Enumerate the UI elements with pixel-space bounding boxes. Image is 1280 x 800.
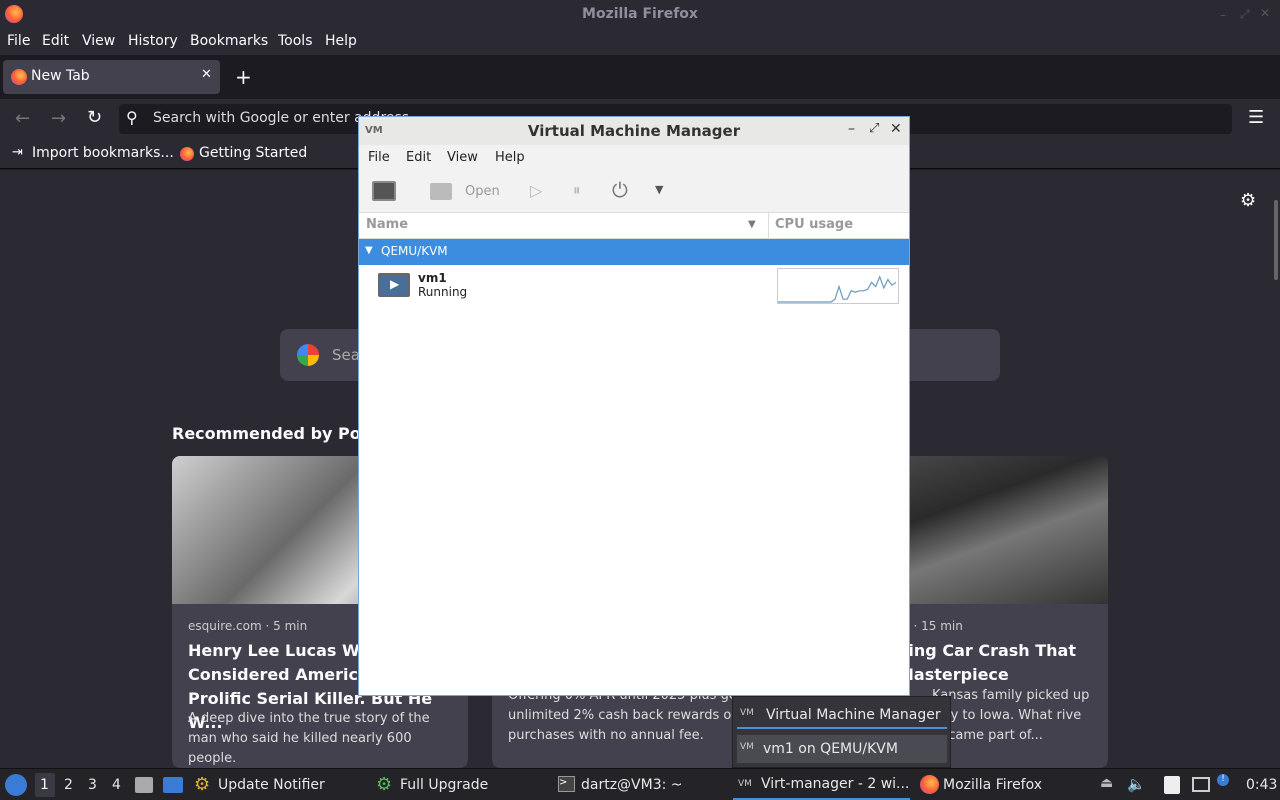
volume-icon[interactable]: 🔈: [1127, 775, 1146, 793]
vmm-taskbar-icon: VM: [738, 779, 752, 789]
window-title-bar: Mozilla Firefox – ⤢ ✕: [0, 0, 1280, 29]
taskbar-virt-manager: Virt-manager - 2 wi...: [761, 776, 910, 792]
column-cpu-usage[interactable]: CPU usage: [775, 217, 853, 232]
menu-edit[interactable]: Edit: [42, 33, 69, 49]
workspace-4[interactable]: 4: [112, 777, 121, 793]
taskbar-full-upgrade[interactable]: Full Upgrade: [400, 777, 488, 793]
notification-icon[interactable]: !: [1217, 774, 1229, 786]
file-manager-icon[interactable]: [135, 777, 153, 793]
menu-bar: File Edit View History Bookmarks Tools H…: [0, 29, 1280, 55]
clipboard-icon[interactable]: [1164, 776, 1180, 794]
vmm-menu-help[interactable]: Help: [495, 150, 525, 165]
vmm-title: Virtual Machine Manager: [527, 122, 741, 140]
popup-item-label: Virtual Machine Manager: [766, 707, 941, 723]
pause-icon[interactable]: ⏸: [573, 181, 581, 199]
new-tab-plus-icon[interactable]: +: [235, 65, 252, 89]
search-icon: ⚲: [126, 108, 138, 127]
vmm-menu-edit[interactable]: Edit: [406, 150, 431, 165]
terminal-icon: >: [558, 776, 575, 792]
vmm-maximize-icon[interactable]: ⤢: [869, 121, 879, 136]
settings-gear-icon[interactable]: ⚙: [1240, 190, 1256, 211]
bookmark-import[interactable]: Import bookmarks...: [32, 145, 174, 161]
network-icon[interactable]: [1192, 777, 1210, 792]
menu-help[interactable]: Help: [325, 33, 357, 49]
taskbar-virt-manager-active[interactable]: VM Virt-manager - 2 wi...: [733, 769, 910, 800]
start-menu-icon[interactable]: [5, 774, 27, 796]
eject-icon[interactable]: ⏏: [1100, 775, 1113, 791]
vmm-window: VM Virtual Machine Manager – ⤢ ✕ File Ed…: [358, 116, 910, 696]
vmm-small-icon: VM: [740, 708, 754, 718]
vm-running-icon: ▶: [378, 273, 410, 297]
forward-arrow-icon[interactable]: →: [51, 108, 66, 129]
tab-new-tab[interactable]: New Tab ✕: [3, 60, 220, 94]
menu-tools[interactable]: Tools: [278, 33, 313, 49]
vmm-close-icon[interactable]: ✕: [890, 121, 902, 137]
tab-title: New Tab: [31, 68, 90, 84]
open-button[interactable]: Open: [465, 184, 500, 199]
google-logo-icon: [297, 344, 319, 366]
maximize-icon[interactable]: ⤢: [1240, 7, 1250, 22]
sort-chevron-icon[interactable]: ▼: [748, 219, 756, 230]
taskbar: 1 2 3 4 ⚙ Update Notifier ⚙ Full Upgrade…: [0, 768, 1280, 800]
vmm-toolbar: Open ▷ ⏸ ⏻ ▼: [359, 171, 909, 213]
scrollbar-thumb[interactable]: [1274, 200, 1278, 280]
back-arrow-icon[interactable]: ←: [15, 108, 30, 129]
firefox-taskbar-icon: [920, 775, 939, 794]
menu-history[interactable]: History: [128, 33, 178, 49]
app-menu-icon[interactable]: ☰: [1248, 107, 1264, 128]
vmm-small-icon: VM: [740, 742, 754, 752]
vmm-minimize-icon[interactable]: –: [848, 121, 855, 137]
expander-icon[interactable]: ▼: [365, 245, 373, 256]
vmm-menu-view[interactable]: View: [447, 150, 478, 165]
firefox-tab-icon: [11, 69, 27, 85]
new-vm-icon[interactable]: [372, 181, 396, 201]
popup-item[interactable]: VM Virtual Machine Manager: [737, 701, 947, 729]
vmm-menu-bar: File Edit View Help: [359, 145, 909, 171]
card-description: A deep dive into the true story of the m…: [188, 711, 430, 766]
tab-close-icon[interactable]: ✕: [201, 67, 212, 82]
menu-bookmarks[interactable]: Bookmarks: [190, 33, 268, 49]
vm-row[interactable]: ▶ vm1 Running: [359, 265, 909, 307]
popup-item-label: vm1 on QEMU/KVM: [763, 741, 898, 757]
menu-view[interactable]: View: [82, 33, 115, 49]
import-icon: ⇥: [12, 145, 23, 160]
card-source: esquire.com · 5 min: [188, 619, 308, 633]
minimize-icon[interactable]: –: [1220, 8, 1226, 22]
card-description: Kansas family picked up way to Iowa. Wha…: [932, 688, 1090, 743]
open-monitor-icon: [430, 183, 452, 200]
workspace-3[interactable]: 3: [88, 777, 97, 793]
connection-name: QEMU/KVM: [381, 244, 448, 258]
connection-row[interactable]: ▼ QEMU/KVM: [359, 239, 909, 265]
full-upgrade-icon: ⚙: [376, 774, 393, 795]
power-icon[interactable]: ⏻: [612, 178, 628, 202]
workspace-2[interactable]: 2: [64, 777, 73, 793]
bookmark-getting-started[interactable]: Getting Started: [199, 145, 307, 161]
vmm-title-bar[interactable]: VM Virtual Machine Manager – ⤢ ✕: [359, 117, 909, 145]
vm-name: vm1: [418, 271, 447, 285]
play-icon[interactable]: ▷: [530, 181, 542, 200]
taskbar-update-notifier[interactable]: Update Notifier: [218, 777, 325, 793]
close-icon[interactable]: ✕: [1260, 6, 1270, 20]
column-divider: [768, 213, 769, 239]
taskbar-firefox[interactable]: Mozilla Firefox: [943, 777, 1042, 793]
vmm-list-header: Name ▼ CPU usage: [359, 213, 909, 239]
window-title: Mozilla Firefox: [582, 6, 698, 22]
chevron-down-icon[interactable]: ▼: [655, 183, 663, 196]
reload-icon[interactable]: ↻: [87, 107, 102, 128]
firefox-bookmark-icon: [180, 147, 194, 161]
update-notifier-icon: ⚙: [194, 774, 211, 795]
taskbar-window-list-popup: VM Virtual Machine Manager VM vm1 on QEM…: [732, 696, 951, 768]
card-title: ying Car Crash That Masterpiece: [898, 641, 1076, 684]
clock: 0:43: [1246, 777, 1278, 793]
vmm-menu-file[interactable]: File: [368, 150, 390, 165]
workspace-1[interactable]: 1: [35, 773, 55, 797]
desktop-icon[interactable]: [163, 777, 183, 793]
cpu-usage-graph: [777, 268, 899, 304]
popup-item[interactable]: VM vm1 on QEMU/KVM: [737, 735, 947, 763]
menu-file[interactable]: File: [7, 33, 30, 49]
column-name[interactable]: Name: [366, 217, 408, 232]
vm-status: Running: [418, 285, 468, 299]
taskbar-terminal[interactable]: dartz@VM3: ~: [581, 777, 683, 793]
